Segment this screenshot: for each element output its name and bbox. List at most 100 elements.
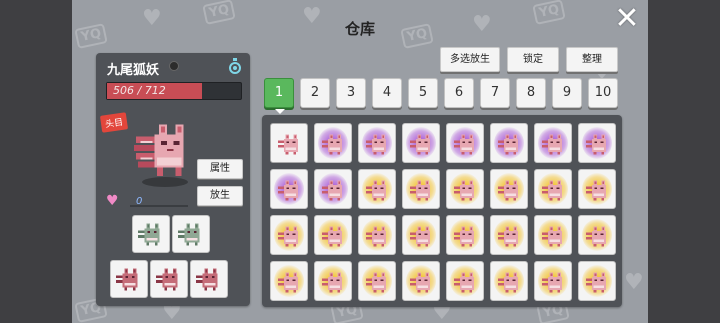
tab-page-10[interactable]: 10: [588, 78, 618, 108]
fox-pet-icon: [541, 226, 562, 247]
team-slot[interactable]: [172, 215, 210, 253]
close-icon[interactable]: ✕: [612, 4, 642, 34]
fox-pet-icon: [541, 180, 562, 201]
storage-grid: [262, 115, 622, 307]
storage-slot[interactable]: [578, 215, 616, 255]
fox-pet-icon: [409, 272, 430, 293]
fox-pet-icon: [321, 226, 342, 247]
storage-slot[interactable]: [490, 169, 528, 209]
storage-slot[interactable]: [446, 215, 484, 255]
fox-pet-icon: [585, 134, 606, 155]
storage-slot[interactable]: [490, 261, 528, 301]
fox-pet-icon: [585, 272, 606, 293]
team-slot[interactable]: [132, 215, 170, 253]
hp-bar: 506 / 712: [106, 82, 242, 100]
fox-pet-icon: [277, 180, 298, 201]
leader-badge: 头目: [99, 112, 129, 133]
team-slot[interactable]: [150, 260, 188, 298]
fox-pet-icon: [277, 134, 298, 155]
fox-pet-icon: [453, 272, 474, 293]
storage-slot[interactable]: [490, 215, 528, 255]
attributes-button[interactable]: 属性: [197, 159, 243, 179]
storage-slot[interactable]: [446, 169, 484, 209]
storage-slot[interactable]: [578, 123, 616, 163]
storage-slot[interactable]: [358, 169, 396, 209]
fox-pet-icon: [585, 180, 606, 201]
tab-page-5[interactable]: 5: [408, 78, 438, 108]
fox-pet-icon: [321, 180, 342, 201]
storage-slot[interactable]: [490, 123, 528, 163]
release-button[interactable]: 放生: [197, 186, 243, 206]
sort-button[interactable]: 整理: [566, 47, 618, 72]
tab-page-2[interactable]: 2: [300, 78, 330, 108]
fox-pet-icon: [453, 180, 474, 201]
fox-pet-icon: [497, 272, 518, 293]
storage-slot[interactable]: [534, 169, 572, 209]
tab-page-8[interactable]: 8: [516, 78, 546, 108]
storage-slot[interactable]: [358, 215, 396, 255]
storage-slot[interactable]: [358, 261, 396, 301]
storage-slot[interactable]: [270, 169, 308, 209]
tab-page-4[interactable]: 4: [372, 78, 402, 108]
storage-slot[interactable]: [402, 169, 440, 209]
team-slot[interactable]: [110, 260, 148, 298]
tab-page-7[interactable]: 7: [480, 78, 510, 108]
page-title: 仓库: [344, 20, 375, 38]
storage-slot[interactable]: [270, 123, 308, 163]
fox-pet-icon: [365, 272, 386, 293]
storage-slot[interactable]: [578, 261, 616, 301]
nine-tailed-fox-icon: [134, 124, 184, 176]
fox-pet-icon: [453, 134, 474, 155]
team-slot[interactable]: [190, 260, 228, 298]
storage-slot[interactable]: [402, 261, 440, 301]
storage-slot[interactable]: [270, 261, 308, 301]
storage-slot[interactable]: [534, 215, 572, 255]
storage-slot[interactable]: [314, 215, 352, 255]
tab-page-9[interactable]: 9: [552, 78, 582, 108]
fox-pet-icon: [365, 226, 386, 247]
red-fox-icon: [195, 268, 218, 291]
fox-pet-icon: [277, 226, 298, 247]
red-fox-icon: [115, 268, 138, 291]
affection-bar: [130, 205, 188, 207]
storage-slot[interactable]: [578, 169, 616, 209]
storage-slot[interactable]: [270, 215, 308, 255]
fox-pet-icon: [321, 272, 342, 293]
lock-button[interactable]: 锁定: [507, 47, 559, 72]
storage-slot[interactable]: [534, 261, 572, 301]
element-icon: [169, 61, 179, 71]
tab-page-1[interactable]: 1: [264, 78, 294, 114]
storage-slot[interactable]: [402, 215, 440, 255]
storage-slot[interactable]: [314, 169, 352, 209]
fox-pet-icon: [541, 134, 562, 155]
pet-detail-panel: 九尾狐妖 506 / 712 头目 属性 放生 ♥ 0: [96, 53, 250, 306]
tab-page-6[interactable]: 6: [444, 78, 474, 108]
storage-slot[interactable]: [358, 123, 396, 163]
fox-pet-icon: [409, 180, 430, 201]
green-fox-icon: [137, 223, 160, 246]
fox-pet-icon: [365, 134, 386, 155]
hp-text: 506 / 712: [113, 84, 166, 97]
fox-pet-icon: [365, 180, 386, 201]
pet-name: 九尾狐妖: [107, 63, 160, 78]
fox-pet-icon: [541, 272, 562, 293]
storage-slot[interactable]: [446, 261, 484, 301]
storage-slot[interactable]: [314, 123, 352, 163]
tab-page-3[interactable]: 3: [336, 78, 366, 108]
red-fox-icon: [155, 268, 178, 291]
fox-pet-icon: [497, 180, 518, 201]
potion-icon[interactable]: [228, 58, 242, 74]
watermark-heart-icon: ♥: [624, 270, 644, 295]
fox-pet-icon: [409, 134, 430, 155]
storage-slot[interactable]: [402, 123, 440, 163]
storage-slot[interactable]: [314, 261, 352, 301]
fox-pet-icon: [497, 134, 518, 155]
storage-slot[interactable]: [534, 123, 572, 163]
fox-pet-icon: [409, 226, 430, 247]
storage-slot[interactable]: [446, 123, 484, 163]
multi-release-button[interactable]: 多选放生: [440, 47, 500, 72]
fox-pet-icon: [277, 272, 298, 293]
fox-pet-icon: [321, 134, 342, 155]
fox-pet-icon: [497, 226, 518, 247]
storage-window: YQ ♥ YQ ♥ YQ ♥ YQ ♥ YQ ♥ YQ ♥ YQ ♥ 仓库 ✕ …: [72, 0, 648, 323]
